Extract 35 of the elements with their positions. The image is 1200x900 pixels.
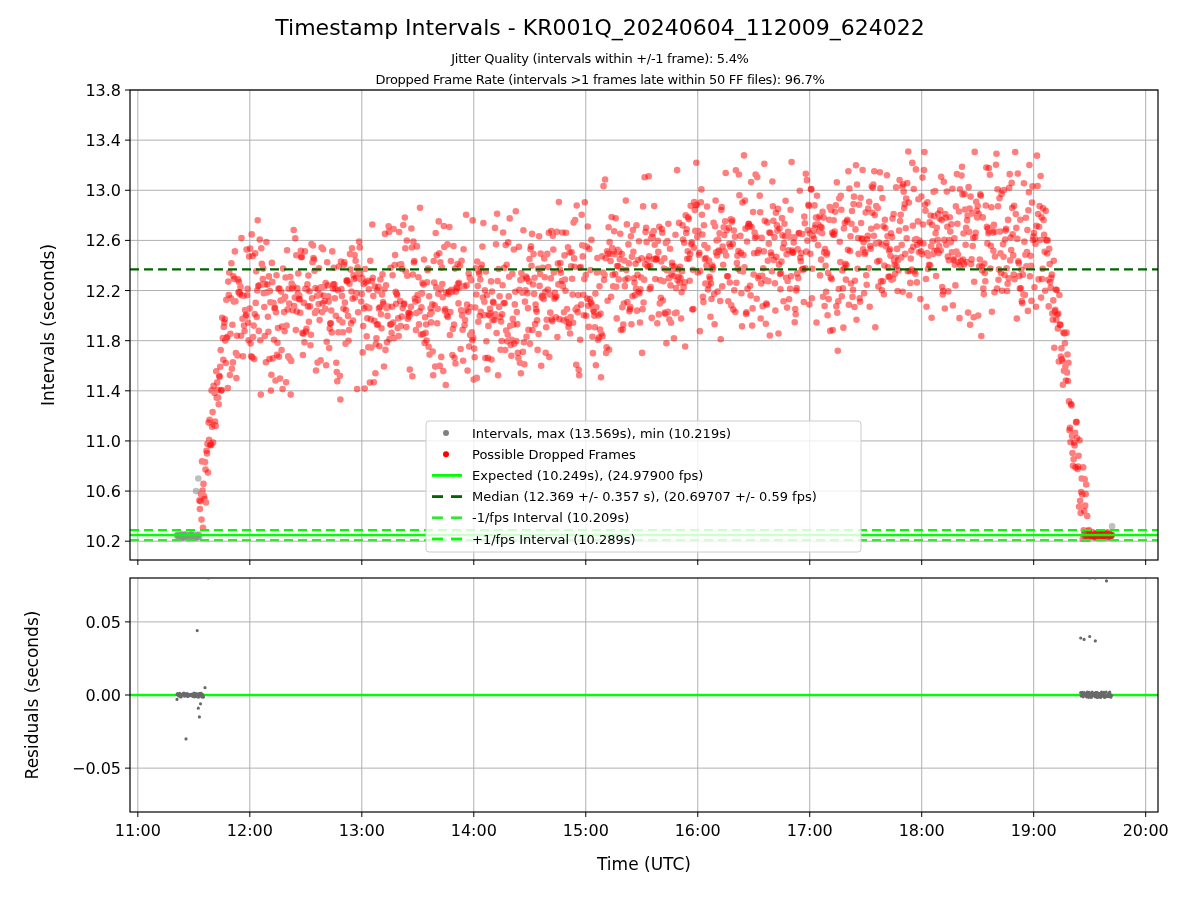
tick-label: 12.6 — [85, 231, 121, 251]
tick-label: 17:00 — [786, 821, 833, 840]
legend-label: -1/fps Interval (10.209s) — [472, 510, 630, 526]
tick-label: 18:00 — [898, 821, 945, 840]
tick-label: 11.4 — [85, 381, 121, 401]
chart-title: Timestamp Intervals - KR001Q_20240604_112009_624022 — [275, 14, 925, 42]
tick-label: 12:00 — [226, 821, 273, 840]
legend-label: Median (12.369 +/- 0.357 s), (20.69707 +/- 0.59 fps) — [472, 489, 817, 505]
tick-label: 12.2 — [85, 281, 121, 301]
legend-label: Expected (10.249s), (24.97900 fps) — [472, 467, 704, 483]
legend-label: Intervals, max (13.569s), min (10.219s) — [472, 425, 731, 441]
tick-label: 13.8 — [85, 81, 121, 100]
tick-label: 13.4 — [85, 131, 121, 151]
legend-label: Possible Dropped Frames — [472, 446, 636, 462]
legend-label: +1/fps Interval (10.289s) — [472, 531, 636, 547]
tick-label: 11:00 — [114, 821, 161, 840]
tick-label: 0.00 — [85, 686, 121, 705]
tick-label: 11.8 — [85, 331, 121, 351]
tick-label: 10.6 — [85, 482, 121, 502]
axis-label: Residuals (seconds) — [22, 610, 42, 780]
tick-label: −0.05 — [71, 759, 121, 779]
chart-subtitle: Jitter Quality (intervals within +/-1 frame): 5.4% — [451, 50, 749, 68]
tick-label: 16:00 — [674, 821, 721, 840]
tick-label: 19:00 — [1010, 821, 1057, 840]
tick-label: 20:00 — [1122, 821, 1169, 840]
axis-label: Time (UTC) — [597, 854, 691, 874]
tick-label: 11.0 — [85, 431, 121, 451]
tick-label: 14:00 — [450, 821, 497, 840]
axis-label: Intervals (seconds) — [38, 243, 58, 407]
tick-label: 13:00 — [338, 821, 385, 840]
tick-label: 10.2 — [85, 532, 121, 552]
tick-label: 0.05 — [85, 612, 121, 632]
chart-subtitle: Dropped Frame Rate (intervals >1 frames late within 50 FF files): 96.7% — [375, 71, 825, 89]
tick-label: 15:00 — [562, 821, 609, 840]
tick-label: 13.0 — [85, 181, 121, 201]
